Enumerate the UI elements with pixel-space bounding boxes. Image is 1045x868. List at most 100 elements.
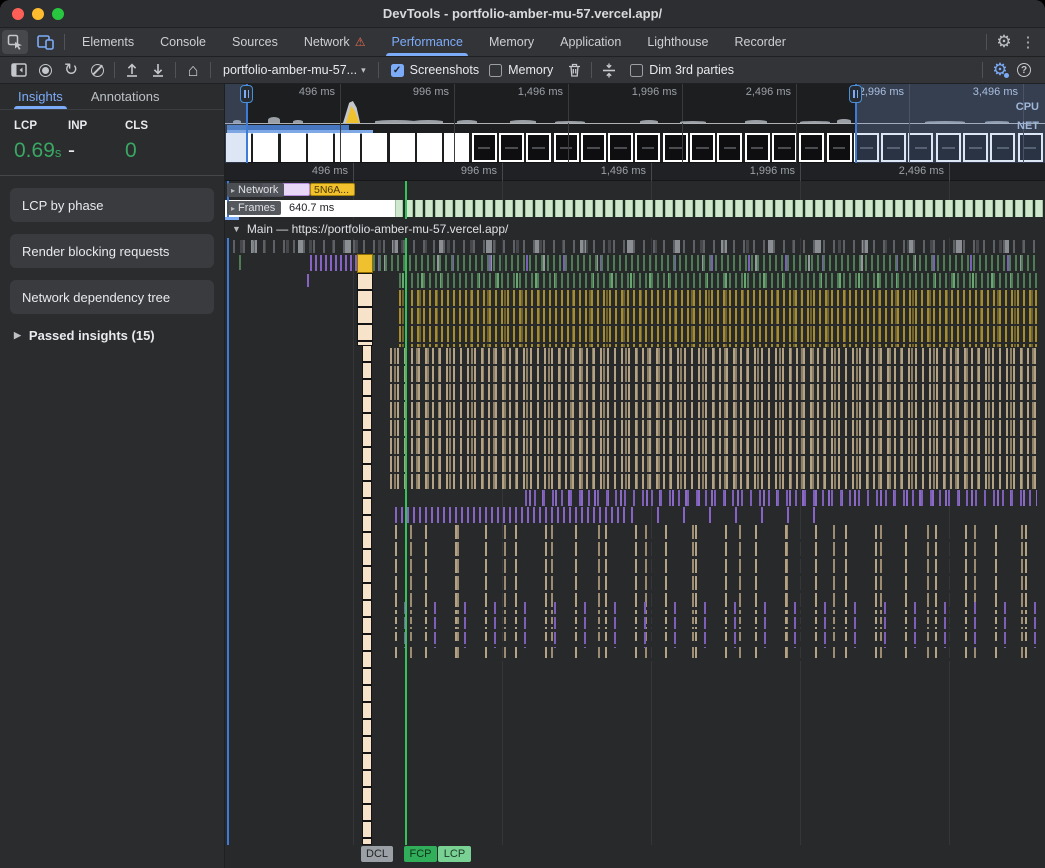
filmstrip-frame[interactable] xyxy=(635,133,660,162)
filmstrip-frame[interactable] xyxy=(308,133,333,162)
filmstrip-frame[interactable] xyxy=(717,133,742,162)
close-window-button[interactable] xyxy=(12,8,24,20)
filmstrip-frame[interactable] xyxy=(690,133,715,162)
scroll-indicator xyxy=(225,217,239,220)
metric-cls: CLS0 xyxy=(125,120,185,163)
zoom-window-button[interactable] xyxy=(52,8,64,20)
home-button[interactable]: ⌂ xyxy=(180,58,206,82)
flame-chart-band[interactable] xyxy=(399,290,1037,347)
settings-gear-icon[interactable]: ⚙ xyxy=(991,32,1017,52)
flame-chart-band[interactable] xyxy=(395,507,625,523)
frames-strip xyxy=(395,200,1045,217)
marker-lcp[interactable]: LCP xyxy=(438,846,471,862)
insight-card-render-blocking-requests[interactable]: Render blocking requests xyxy=(10,234,214,268)
tab-sources[interactable]: Sources xyxy=(219,28,291,56)
screenshots-checkbox-row[interactable]: ✓ Screenshots xyxy=(383,63,487,77)
capture-settings-gear-icon[interactable]: ⚙ xyxy=(987,60,1013,80)
filmstrip-frame[interactable] xyxy=(581,133,606,162)
network-track-toggle[interactable]: ▸ Network xyxy=(227,183,284,197)
tab-lighthouse[interactable]: Lighthouse xyxy=(634,28,721,56)
flame-chart-band[interactable] xyxy=(399,273,1037,288)
help-icon[interactable]: ? xyxy=(1017,63,1031,77)
filmstrip-frame[interactable] xyxy=(472,133,497,162)
eval-script-column-top[interactable] xyxy=(357,273,373,346)
flame-chart-task[interactable] xyxy=(252,241,254,252)
filmstrip-frame[interactable] xyxy=(390,133,415,162)
tab-console[interactable]: Console xyxy=(147,28,219,56)
dim-3rd-parties-checkbox[interactable]: ✓ xyxy=(630,64,643,77)
flame-chart-task[interactable] xyxy=(239,255,241,270)
minimize-window-button[interactable] xyxy=(32,8,44,20)
filmstrip-frame[interactable] xyxy=(608,133,633,162)
collect-garbage-button[interactable] xyxy=(561,58,587,82)
save-profile-button[interactable] xyxy=(145,58,171,82)
flame-chart-band[interactable] xyxy=(310,255,358,271)
marker-dcl[interactable]: DCL xyxy=(361,846,393,862)
insight-card-lcp-by-phase[interactable]: LCP by phase xyxy=(10,188,214,222)
inspect-element-button[interactable] xyxy=(0,28,30,56)
filmstrip-frame[interactable] xyxy=(663,133,688,162)
window-left-handle[interactable] xyxy=(240,85,253,103)
filmstrip-frame[interactable] xyxy=(827,133,852,162)
toggle-sidebar-button[interactable] xyxy=(6,58,32,82)
filmstrip-frame[interactable] xyxy=(281,133,306,162)
main-track-header[interactable]: ▼ Main — https://portfolio-amber-mu-57.v… xyxy=(225,219,1045,238)
filmstrip-frame[interactable] xyxy=(772,133,797,162)
sidebar-tab-insights[interactable]: Insights xyxy=(18,84,63,109)
insight-card-network-dependency-tree[interactable]: Network dependency tree xyxy=(10,280,214,314)
filmstrip-frame[interactable] xyxy=(444,133,469,162)
filmstrip-frame[interactable] xyxy=(253,133,278,162)
passed-insights-label: Passed insights (15) xyxy=(29,328,155,343)
frames-track-toggle[interactable]: ▸ Frames xyxy=(227,201,281,215)
reload-and-record-button[interactable]: ↻ xyxy=(58,58,84,82)
timeline-overview[interactable]: CPU NET 496 ms996 ms1,496 ms1,996 ms2,49… xyxy=(225,84,1045,163)
flame-chart-band[interactable] xyxy=(390,348,1037,489)
long-task-block[interactable] xyxy=(357,254,373,273)
filmstrip-frame[interactable] xyxy=(745,133,770,162)
filmstrip-frame[interactable] xyxy=(417,133,442,162)
flame-chart-band[interactable] xyxy=(625,507,837,523)
flame-chart-band[interactable] xyxy=(233,240,1037,253)
tab-elements[interactable]: Elements xyxy=(69,28,147,56)
target-dropdown[interactable]: portfolio-amber-mu-57... ▾ xyxy=(215,63,374,77)
filmstrip-frame[interactable] xyxy=(526,133,551,162)
ruler-gridline xyxy=(353,163,354,181)
load-profile-button[interactable] xyxy=(119,58,145,82)
tab-performance[interactable]: Performance xyxy=(378,28,476,56)
flame-chart-task[interactable] xyxy=(307,274,309,287)
filmstrip-frame[interactable] xyxy=(362,133,387,162)
marker-fcp[interactable]: FCP xyxy=(404,846,437,862)
eval-script-column[interactable] xyxy=(362,345,372,845)
tab-memory[interactable]: Memory xyxy=(476,28,547,56)
chevron-down-icon: ▾ xyxy=(361,65,366,76)
filmstrip-frame[interactable] xyxy=(335,133,360,162)
tab-recorder[interactable]: Recorder xyxy=(722,28,799,56)
passed-insights-row[interactable]: ▶ Passed insights (15) xyxy=(0,314,224,343)
chevron-down-icon: ▼ xyxy=(232,224,241,234)
flame-chart-band[interactable] xyxy=(525,490,1037,506)
chevron-right-icon: ▸ xyxy=(231,186,235,195)
filmstrip-frame[interactable] xyxy=(799,133,824,162)
tab-application[interactable]: Application xyxy=(547,28,634,56)
shortcuts-dialog-button[interactable] xyxy=(596,58,622,82)
metric-value: - xyxy=(68,139,125,163)
filmstrip-frame[interactable] xyxy=(499,133,524,162)
device-toolbar-button[interactable] xyxy=(30,28,60,56)
sidebar-tab-annotations[interactable]: Annotations xyxy=(91,84,160,109)
window-right-handle[interactable] xyxy=(849,85,862,103)
record-button[interactable] xyxy=(32,58,58,82)
flame-chart-band[interactable] xyxy=(373,255,1037,271)
filmstrip-frame[interactable] xyxy=(554,133,579,162)
memory-checkbox-row[interactable]: ✓ Memory xyxy=(487,63,561,77)
flame-chart-band[interactable] xyxy=(395,602,1040,648)
screenshots-checkbox[interactable]: ✓ xyxy=(391,64,404,77)
memory-checkbox[interactable]: ✓ xyxy=(489,64,502,77)
dim-3rd-parties-checkbox-row[interactable]: ✓ Dim 3rd parties xyxy=(622,63,742,77)
network-request-script[interactable]: 5N6A... xyxy=(310,183,355,196)
tab-network[interactable]: Network⚠ xyxy=(291,28,379,56)
frame-thumb-content xyxy=(614,147,627,149)
more-options-icon[interactable]: ⋮ xyxy=(1017,33,1039,51)
titlebar: DevTools - portfolio-amber-mu-57.vercel.… xyxy=(0,0,1045,28)
clear-recording-button[interactable] xyxy=(84,58,110,82)
overview-tick-label: 1,496 ms xyxy=(518,86,568,98)
